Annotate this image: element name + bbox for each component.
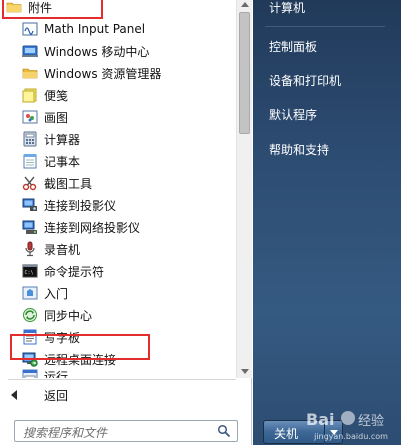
svg-text:Bai: Bai bbox=[306, 410, 334, 429]
search-input[interactable]: 搜索程序和文件 bbox=[14, 420, 238, 442]
start-menu-right-pane: 计算机 控制面板 设备和打印机 默认程序 帮助和支持 bbox=[253, 0, 401, 445]
scroll-up-arrow-icon[interactable] bbox=[241, 2, 249, 7]
list-item-math-input-panel[interactable]: Math Input Panel bbox=[22, 18, 236, 40]
network-projector-icon bbox=[22, 219, 38, 235]
math-input-icon bbox=[22, 21, 38, 37]
link-default-programs[interactable]: 默认程序 bbox=[269, 106, 317, 123]
getting-started-icon bbox=[22, 285, 38, 301]
svg-text:经验: 经验 bbox=[358, 413, 384, 429]
link-control-panel[interactable]: 控制面板 bbox=[269, 38, 317, 55]
link-devices-printers[interactable]: 设备和打印机 bbox=[269, 72, 341, 89]
list-item-sync-center[interactable]: 同步中心 bbox=[22, 304, 236, 326]
scroll-down-arrow-icon[interactable] bbox=[241, 369, 249, 374]
list-item-connect-network-projector[interactable]: 连接到网络投影仪 bbox=[22, 216, 236, 238]
list-item-sound-recorder[interactable]: 录音机 bbox=[22, 238, 236, 260]
list-item-sticky-notes[interactable]: 便笺 bbox=[22, 84, 236, 106]
baidu-watermark: Bai 经验 jingyan.baidu.com bbox=[304, 406, 398, 442]
calculator-icon bbox=[22, 131, 38, 147]
divider bbox=[265, 26, 385, 27]
list-item-command-prompt[interactable]: C:\ 命令提示符 bbox=[22, 260, 236, 282]
run-icon bbox=[22, 368, 38, 378]
divider bbox=[8, 379, 236, 380]
list-item-connect-projector[interactable]: 连接到投影仪 bbox=[22, 194, 236, 216]
list-item-notepad[interactable]: 记事本 bbox=[22, 150, 236, 172]
link-computer[interactable]: 计算机 bbox=[269, 0, 305, 16]
scrollbar-thumb[interactable] bbox=[239, 12, 250, 134]
programs-scrollbar[interactable] bbox=[236, 0, 252, 378]
back-button[interactable]: 返回 bbox=[0, 382, 252, 408]
highlight-accessories bbox=[2, 0, 103, 19]
highlight-remote-desktop bbox=[10, 334, 150, 360]
list-item-calculator[interactable]: 计算器 bbox=[22, 128, 236, 150]
sticky-note-icon bbox=[22, 87, 38, 103]
back-arrow-icon bbox=[11, 390, 17, 400]
mobility-center-icon bbox=[22, 43, 38, 59]
baidu-logo-icon: Bai 经验 bbox=[306, 410, 384, 429]
snipping-tool-icon bbox=[22, 175, 38, 191]
list-item-run[interactable]: 运行 bbox=[22, 368, 236, 378]
list-item-getting-started[interactable]: 入门 bbox=[22, 282, 236, 304]
programs-list: 附件 Math Input Panel Windows 移动中心 Windows… bbox=[0, 0, 236, 378]
search-icon[interactable] bbox=[217, 424, 231, 438]
list-item-paint[interactable]: 画图 bbox=[22, 106, 236, 128]
projector-icon bbox=[22, 197, 38, 213]
explorer-folder-icon bbox=[22, 65, 38, 81]
svg-text:C:\: C:\ bbox=[25, 270, 34, 276]
list-item-snipping-tool[interactable]: 截图工具 bbox=[22, 172, 236, 194]
list-item-windows-explorer[interactable]: Windows 资源管理器 bbox=[22, 62, 236, 84]
paint-icon bbox=[22, 109, 38, 125]
search-placeholder: 搜索程序和文件 bbox=[23, 426, 108, 440]
list-item-mobility-center[interactable]: Windows 移动中心 bbox=[22, 40, 236, 62]
microphone-icon bbox=[22, 241, 38, 257]
notepad-icon bbox=[22, 153, 38, 169]
link-help-support[interactable]: 帮助和支持 bbox=[269, 141, 329, 158]
programs-pane: 附件 Math Input Panel Windows 移动中心 Windows… bbox=[0, 0, 252, 445]
sync-center-icon bbox=[22, 307, 38, 323]
command-prompt-icon: C:\ bbox=[22, 263, 38, 279]
